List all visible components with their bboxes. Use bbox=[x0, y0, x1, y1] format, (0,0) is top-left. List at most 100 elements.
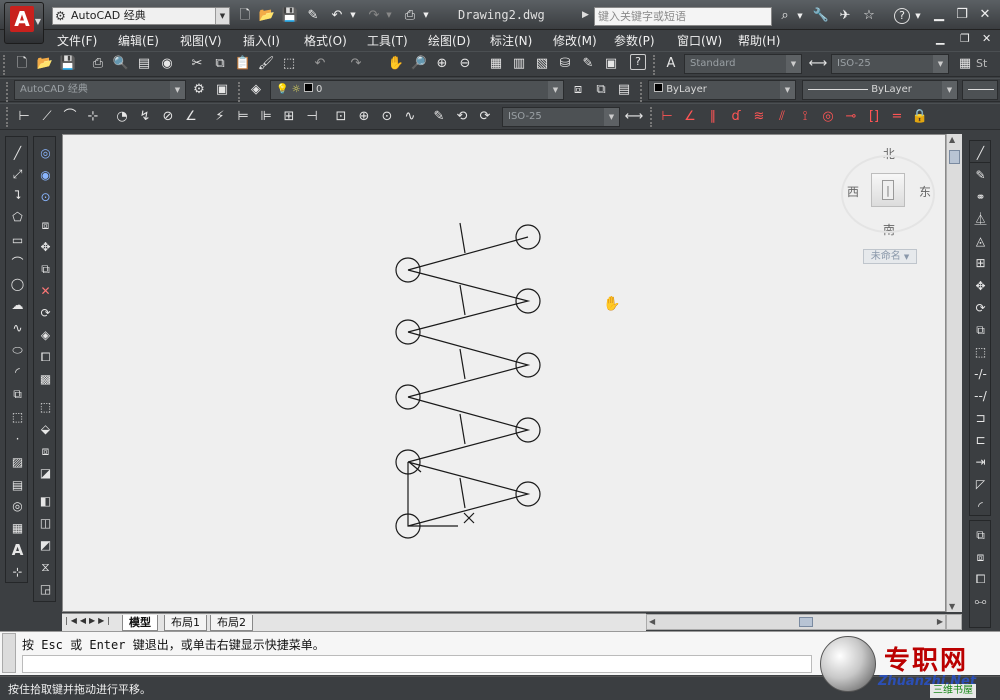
dimension-update-icon[interactable]: ⟳ bbox=[475, 107, 495, 127]
delete-faces-icon[interactable]: ✕ bbox=[36, 281, 55, 301]
equal-constraint-icon[interactable]: = bbox=[887, 107, 907, 127]
chevron-down-icon[interactable]: ▼ bbox=[913, 7, 923, 25]
zoom-window-icon[interactable]: ⊕ bbox=[432, 54, 452, 74]
copy-faces-icon[interactable]: ⧠ bbox=[36, 347, 55, 367]
line-icon[interactable]: ╱ bbox=[8, 143, 27, 163]
sheet-set-icon[interactable]: ⛁ bbox=[555, 54, 575, 74]
help-icon[interactable]: ? bbox=[630, 54, 646, 70]
chevron-down-icon[interactable]: ▼ bbox=[548, 81, 563, 99]
table-style-icon[interactable]: ▦ bbox=[955, 54, 975, 74]
clean-icon[interactable]: ◪ bbox=[36, 463, 55, 483]
viewcube[interactable]: | 北 南 东 西 bbox=[837, 143, 937, 249]
scroll-up-arrow-icon[interactable]: ▲ bbox=[949, 135, 955, 144]
diameter-dimension-icon[interactable]: ⊘ bbox=[158, 107, 178, 127]
move-icon[interactable]: ✥ bbox=[971, 276, 990, 296]
ucs-menu[interactable]: 未命名 ▼ bbox=[863, 249, 917, 264]
separate-icon[interactable]: ◧ bbox=[36, 491, 55, 511]
menu-parametric[interactable]: 参数(P) bbox=[614, 32, 655, 49]
publish-icon[interactable]: ▤ bbox=[134, 54, 154, 74]
lock-icon[interactable]: 🔒 bbox=[910, 107, 930, 127]
join-icon[interactable]: ⇥ bbox=[971, 452, 990, 472]
ellipse-arc-icon[interactable]: ◜ bbox=[8, 362, 27, 382]
menu-dimension[interactable]: 标注(N) bbox=[490, 32, 532, 49]
zoom-realtime-icon[interactable]: 🔎 bbox=[409, 54, 429, 74]
scroll-left-arrow-icon[interactable]: ◀ bbox=[649, 617, 655, 626]
ordinate-dimension-icon[interactable]: ⊹ bbox=[83, 107, 103, 127]
angular-dimension-icon[interactable]: ∠ bbox=[181, 107, 201, 127]
quick-dimension-icon[interactable]: ⚡ bbox=[210, 107, 230, 127]
dimension-style-select-2[interactable]: ISO-25 ▼ bbox=[502, 107, 620, 127]
trim-icon[interactable]: -/- bbox=[971, 364, 990, 384]
horizontal-scroll-thumb[interactable] bbox=[799, 617, 813, 627]
toolbar-grip[interactable] bbox=[653, 55, 658, 75]
move-faces-icon[interactable]: ✥ bbox=[36, 237, 55, 257]
cut-icon[interactable]: ✂ bbox=[187, 54, 207, 74]
vertical-scroll-thumb[interactable] bbox=[949, 150, 960, 164]
copy-icon[interactable]: ⧉ bbox=[210, 54, 230, 74]
compass-north[interactable]: 北 bbox=[883, 145, 895, 162]
toolbar-grip[interactable] bbox=[650, 107, 655, 127]
concentric-constraint-icon[interactable]: ◎ bbox=[818, 107, 838, 127]
make-object-layer-current-icon[interactable]: ⧈ bbox=[568, 80, 588, 100]
radius-dimension-icon[interactable]: ◔ bbox=[112, 107, 132, 127]
collinear-constraint-icon[interactable]: ⫽ bbox=[772, 107, 792, 127]
properties-icon[interactable]: ▦ bbox=[486, 54, 506, 74]
tab-layout1[interactable]: 布局1 bbox=[164, 615, 207, 631]
menu-view[interactable]: 视图(V) bbox=[180, 32, 222, 49]
polygon-icon[interactable]: ⬠ bbox=[8, 207, 27, 227]
make-block-icon[interactable]: ⬚ bbox=[8, 407, 27, 427]
text-style-select[interactable]: Standard ▼ bbox=[684, 54, 802, 74]
stretch-icon[interactable]: ⬚ bbox=[971, 342, 990, 362]
hatch-icon[interactable]: ▨ bbox=[8, 452, 27, 472]
gradient-icon[interactable]: ▤ bbox=[8, 475, 27, 495]
toolbar-grip[interactable] bbox=[6, 107, 11, 127]
tab-model[interactable]: 模型 bbox=[122, 615, 158, 631]
menu-tools[interactable]: 工具(T) bbox=[367, 32, 408, 49]
dimension-style-icon[interactable]: ⟷ bbox=[808, 54, 828, 74]
arc-length-icon[interactable]: ⌒ bbox=[60, 107, 80, 127]
menu-insert[interactable]: 插入(I) bbox=[243, 32, 280, 49]
toolbar-grip[interactable] bbox=[3, 55, 8, 75]
match-properties-icon[interactable]: 🖌 bbox=[256, 54, 276, 74]
linear-dimension-icon[interactable]: ⊢ bbox=[14, 107, 34, 127]
table-icon[interactable]: ▦ bbox=[8, 518, 27, 538]
3d-print-icon[interactable]: ◉ bbox=[157, 54, 177, 74]
shell-icon[interactable]: ◫ bbox=[36, 513, 55, 533]
dimension-edit-icon[interactable]: ✎ bbox=[429, 107, 449, 127]
text-style-icon[interactable]: A bbox=[661, 54, 681, 74]
dimension-space-icon[interactable]: ⊞ bbox=[279, 107, 299, 127]
paste-icon[interactable]: 📋 bbox=[233, 54, 253, 74]
search-input[interactable]: 键入关键字或短语 bbox=[594, 7, 772, 26]
ellipse-icon[interactable]: ⬭ bbox=[8, 340, 27, 360]
multiline-text-icon[interactable]: A bbox=[8, 540, 27, 560]
new-icon[interactable]: 🗋 bbox=[12, 54, 32, 74]
send-to-back-icon[interactable]: ⧈ bbox=[971, 547, 990, 567]
insert-block-icon[interactable]: ⧉ bbox=[8, 384, 27, 404]
color-edges-icon[interactable]: ⬙ bbox=[36, 419, 55, 439]
dimension-style-manager-icon[interactable]: ⟷ bbox=[624, 107, 644, 127]
workspace-select[interactable]: AutoCAD 经典 ▼ bbox=[14, 80, 186, 100]
toolbar-grip[interactable] bbox=[6, 82, 11, 102]
continue-dimension-icon[interactable]: ⊫ bbox=[256, 107, 276, 127]
command-input[interactable] bbox=[22, 655, 812, 673]
zoom-previous-icon[interactable]: ⊖ bbox=[455, 54, 475, 74]
doc-close-icon[interactable]: ✕ bbox=[982, 32, 991, 45]
region-icon[interactable]: ◎ bbox=[8, 496, 27, 516]
layer-select[interactable]: 💡 ☼ 0 ▼ bbox=[270, 80, 564, 100]
toolbar-grip[interactable] bbox=[640, 82, 645, 102]
chevron-down-icon[interactable]: ▼ bbox=[421, 7, 431, 24]
menu-modify[interactable]: 修改(M) bbox=[553, 32, 597, 49]
toolbar-lock-icon[interactable]: ▣ bbox=[212, 80, 232, 100]
command-window-grip[interactable] bbox=[2, 633, 16, 673]
workspace-switcher[interactable]: ⚙ AutoCAD 经典 ▼ bbox=[52, 7, 230, 25]
menu-help[interactable]: 帮助(H) bbox=[738, 32, 780, 49]
union-icon[interactable]: ◎ bbox=[36, 143, 55, 163]
undo-icon[interactable]: ↶ bbox=[310, 54, 330, 74]
open-icon[interactable]: 📂 bbox=[35, 54, 55, 74]
plot-preview-icon[interactable]: 🔍 bbox=[111, 54, 131, 74]
save-as-icon[interactable]: ✎ bbox=[304, 7, 322, 24]
color-faces-icon[interactable]: ▩ bbox=[36, 369, 55, 389]
baseline-dimension-icon[interactable]: ⊨ bbox=[233, 107, 253, 127]
imprint-icon[interactable]: ⧈ bbox=[36, 441, 55, 461]
minimize-window-icon[interactable]: ▁ bbox=[928, 6, 950, 24]
